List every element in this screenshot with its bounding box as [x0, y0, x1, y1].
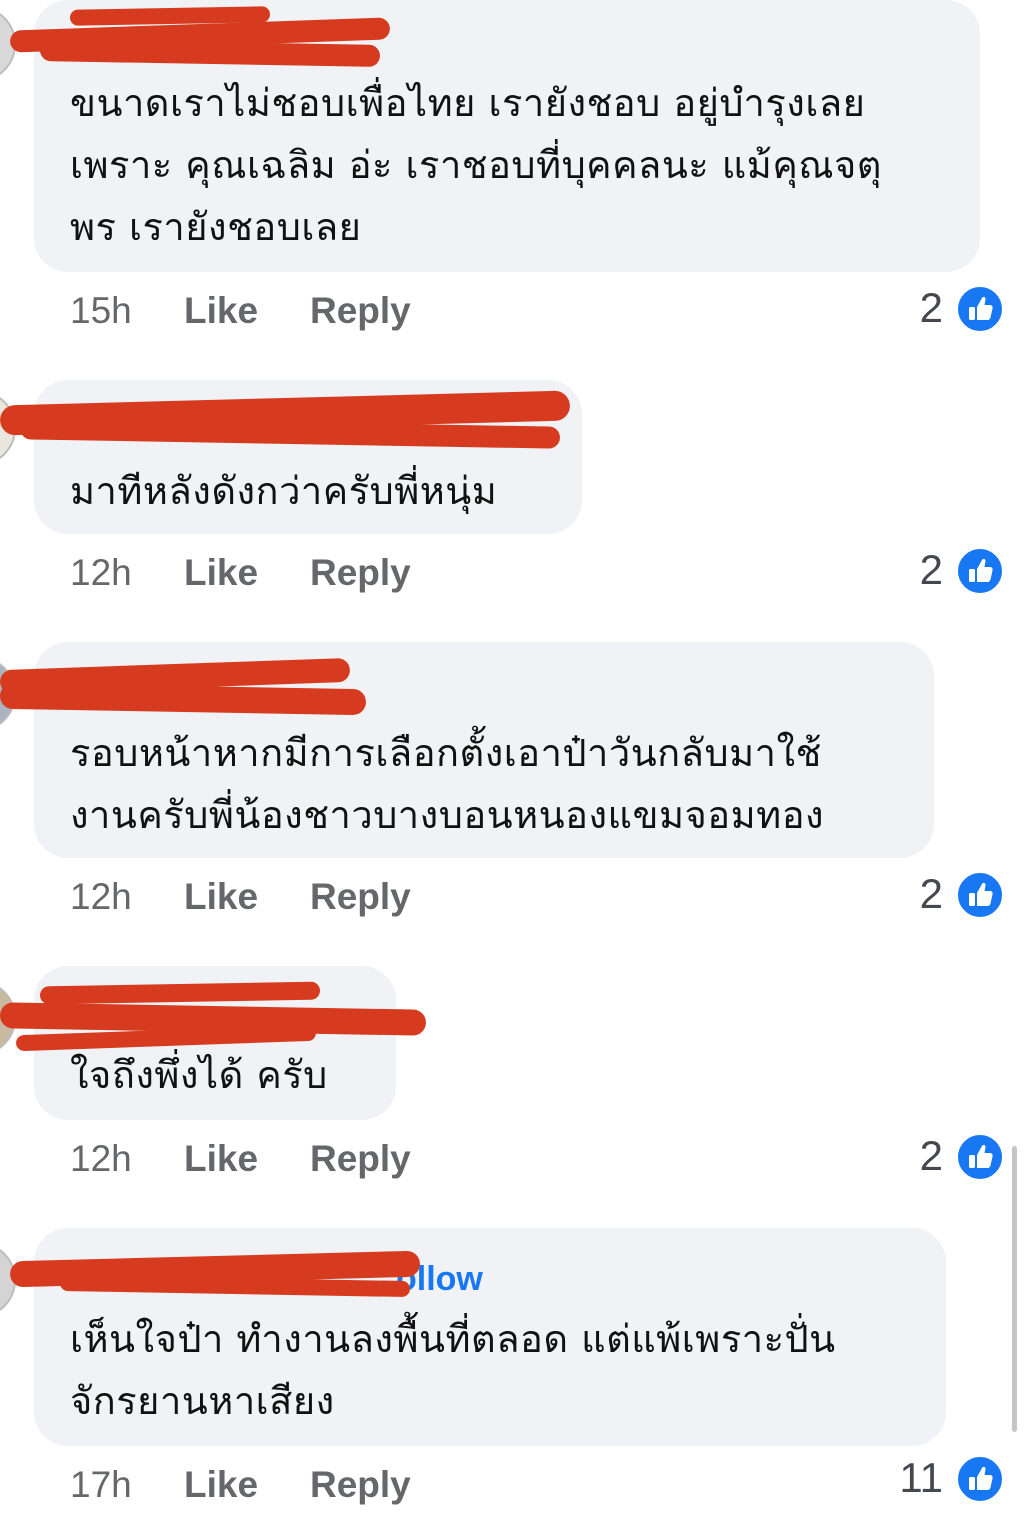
like-button[interactable]: Like	[184, 290, 258, 332]
comment-timestamp[interactable]: 17h	[70, 1464, 132, 1506]
reply-button[interactable]: Reply	[310, 1464, 411, 1506]
comment-item: มาทีหลังดังกว่าครับพี่หนุ่ม 12h Like Rep…	[0, 380, 1029, 610]
reaction-summary[interactable]: 2	[885, 1132, 1005, 1192]
comment-text: ขนาดเราไม่ชอบเพื่อไทย เรายังชอบ อยู่บำรุ…	[70, 81, 882, 249]
reaction-count: 2	[919, 546, 943, 593]
like-button[interactable]: Like	[184, 1464, 258, 1506]
comment-item: ใจถึงพึ่งได้ ครับ 12h Like Reply 2	[0, 966, 1029, 1196]
comment-text: มาทีหลังดังกว่าครับพี่หนุ่ม	[70, 469, 498, 513]
comment-text: รอบหน้าหากมีการเลือกตั้งเอาป๋าวันกลับมาใ…	[70, 731, 825, 837]
comment-timestamp[interactable]: 12h	[70, 552, 132, 594]
reaction-count: 11	[899, 1454, 943, 1501]
comment-item: เห็นใจป๋า ทำงานลงพื้นที่ตลอด แต่แพ้เพราะ…	[0, 1228, 1029, 1538]
reply-button[interactable]: Reply	[310, 1138, 411, 1180]
thumbs-up-icon	[955, 1132, 1005, 1182]
like-button[interactable]: Like	[184, 876, 258, 918]
thumbs-up-icon	[955, 1454, 1005, 1504]
like-button[interactable]: Like	[184, 1138, 258, 1180]
comment-text: ใจถึงพึ่งได้ ครับ	[70, 1053, 328, 1097]
reaction-summary[interactable]: 2	[885, 284, 1005, 344]
comment-text: เห็นใจป๋า ทำงานลงพื้นที่ตลอด แต่แพ้เพราะ…	[70, 1317, 836, 1423]
comment-timestamp[interactable]: 15h	[70, 290, 132, 332]
comment-timestamp[interactable]: 12h	[70, 1138, 132, 1180]
scrollbar[interactable]	[1012, 1146, 1017, 1432]
comment-item: รอบหน้าหากมีการเลือกตั้งเอาป๋าวันกลับมาใ…	[0, 642, 1029, 942]
reply-button[interactable]: Reply	[310, 552, 411, 594]
thumbs-up-icon	[955, 870, 1005, 920]
reaction-count: 2	[919, 284, 943, 331]
thumbs-up-icon	[955, 284, 1005, 334]
like-button[interactable]: Like	[184, 552, 258, 594]
thumbs-up-icon	[955, 546, 1005, 596]
reaction-summary[interactable]: 11	[865, 1454, 1005, 1514]
reply-button[interactable]: Reply	[310, 876, 411, 918]
reply-button[interactable]: Reply	[310, 290, 411, 332]
comments-feed: ขนาดเราไม่ชอบเพื่อไทย เรายังชอบ อยู่บำรุ…	[0, 0, 1029, 1538]
comment-item: ขนาดเราไม่ชอบเพื่อไทย เรายังชอบ อยู่บำรุ…	[0, 0, 1029, 345]
reaction-count: 2	[919, 870, 943, 917]
reaction-summary[interactable]: 2	[885, 870, 1005, 930]
reaction-count: 2	[919, 1132, 943, 1179]
reaction-summary[interactable]: 2	[885, 546, 1005, 606]
comment-timestamp[interactable]: 12h	[70, 876, 132, 918]
